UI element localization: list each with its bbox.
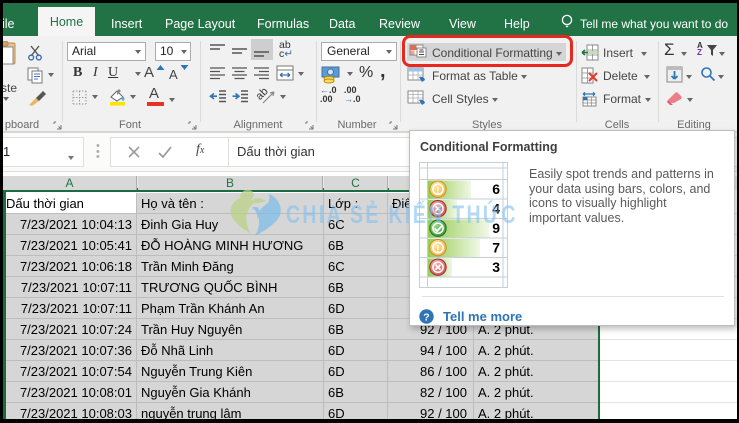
svg-text:7: 7 <box>492 240 500 256</box>
svg-text:3: 3 <box>492 259 500 275</box>
svg-text:?: ? <box>423 311 429 323</box>
svg-text:6: 6 <box>492 181 500 197</box>
svg-text:!: ! <box>436 185 439 196</box>
svg-text:!: ! <box>436 244 439 255</box>
